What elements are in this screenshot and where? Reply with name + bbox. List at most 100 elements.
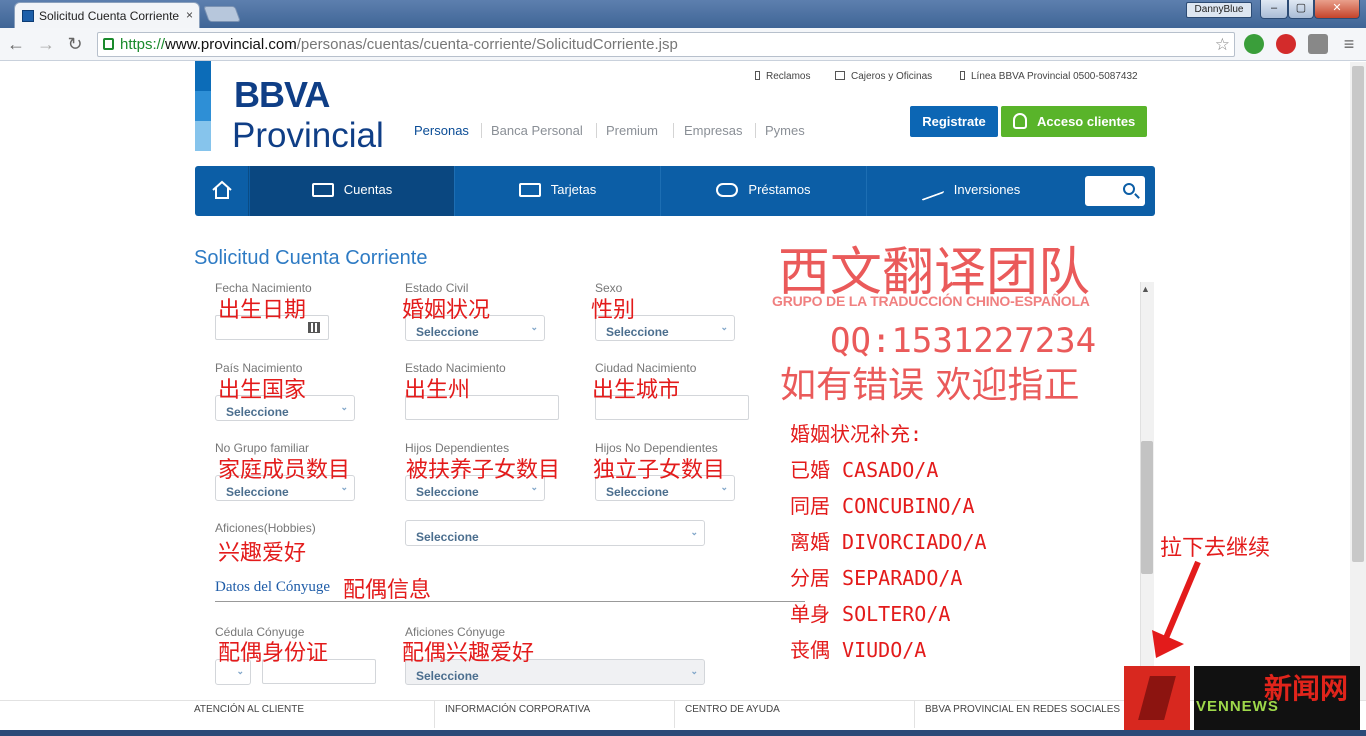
down-arrow-icon <box>1152 560 1201 658</box>
lock-icon <box>103 38 114 50</box>
back-arrow-icon[interactable]: ← <box>5 33 27 55</box>
extension-gray-icon[interactable] <box>1308 34 1328 54</box>
separator <box>434 700 435 728</box>
extension-power-icon[interactable] <box>1276 34 1296 54</box>
window-titlebar <box>0 0 1366 28</box>
segment-premium[interactable]: Premium <box>606 123 658 138</box>
footer-redes-sociales[interactable]: BBVA PROVINCIAL EN REDES SOCIALES <box>925 704 1120 715</box>
segment-personas[interactable]: Personas <box>414 123 469 138</box>
annotation-pais-nacimiento: 出生国家 <box>218 378 307 403</box>
register-button[interactable]: Registrate <box>910 106 998 137</box>
profile-button[interactable]: DannyBlue <box>1186 2 1252 18</box>
phone-icon <box>960 71 965 80</box>
separator <box>673 123 674 138</box>
scroll-hint: 拉下去继续 <box>1160 536 1271 561</box>
marital-item: 已婚 CASADO/A <box>790 458 939 482</box>
chevron-down-icon: ⌄ <box>236 666 244 676</box>
url-domain: www.provincial.com <box>165 36 297 53</box>
close-window-button[interactable]: ✕ <box>1314 0 1360 19</box>
annotation-sexo: 性别 <box>591 298 636 323</box>
annotation-section-spouse: 配偶信息 <box>343 578 432 603</box>
page-title: Solicitud Cuenta Corriente <box>194 247 428 269</box>
map-emblem-icon <box>1124 666 1190 730</box>
tab-title: Solicitud Cuenta Corriente <box>39 9 180 23</box>
marital-item: 离婚 DIVORCIADO/A <box>790 530 987 554</box>
os-taskbar <box>0 730 1366 736</box>
marital-header: 婚姻状况补充: <box>790 422 923 446</box>
annotation-hijos-no-dependientes: 独立子女数目 <box>593 458 726 483</box>
forward-arrow-icon[interactable]: → <box>35 33 57 55</box>
menu-cuentas[interactable]: Cuentas <box>250 166 455 216</box>
page-scrollbar-thumb[interactable] <box>1352 66 1364 562</box>
provincial-logo-text[interactable]: Provincial <box>232 116 384 156</box>
home-icon <box>212 180 232 199</box>
separator <box>755 123 756 138</box>
user-icon <box>1013 113 1027 129</box>
separator <box>481 123 482 138</box>
news-logo-subtext: VENNEWS <box>1196 698 1279 715</box>
minimize-button[interactable]: – <box>1260 0 1288 19</box>
card-icon <box>518 183 541 197</box>
tab-close-icon[interactable]: × <box>186 8 193 22</box>
chevron-down-icon: ⌄ <box>340 402 348 412</box>
segment-pymes[interactable]: Pymes <box>765 123 805 138</box>
bookmark-star-icon[interactable]: ☆ <box>1215 33 1230 56</box>
annotation-grupo-familiar: 家庭成员数目 <box>218 458 351 483</box>
main-menu: Cuentas Tarjetas Préstamos Inversiones <box>195 166 1155 216</box>
team-subtitle: GRUPO DE LA TRADUCCIÓN CHINO-ESPAÑOLA <box>772 293 1090 309</box>
atm-icon <box>835 71 845 80</box>
annotation-ciudad-nacimiento: 出生城市 <box>592 378 681 403</box>
hobbies-select[interactable]: Seleccione ⌄ <box>405 520 705 546</box>
footer-atencion[interactable]: ATENCIÓN AL CLIENTE <box>194 704 304 715</box>
phone-icon <box>755 71 760 80</box>
menu-prestamos[interactable]: Préstamos <box>661 166 867 216</box>
annotation-aficiones: 兴趣爱好 <box>218 541 307 566</box>
marital-item: 丧偶 VIUDO/A <box>790 638 927 662</box>
section-spouse-title: Datos del Cónyuge <box>215 579 330 595</box>
client-access-label: Acceso clientes <box>1037 114 1136 129</box>
scroll-up-arrow-icon[interactable]: ▲ <box>1141 284 1150 294</box>
top-link-linea[interactable]: Línea BBVA Provincial 0500-5087432 <box>960 71 1138 82</box>
segment-empresas[interactable]: Empresas <box>684 123 743 138</box>
top-link-reclamos[interactable]: Reclamos <box>755 71 810 82</box>
segment-banca-personal[interactable]: Banca Personal <box>491 123 583 138</box>
menu-tarjetas[interactable]: Tarjetas <box>455 166 661 216</box>
logo-stripe <box>195 91 211 121</box>
browser-menu-icon[interactable]: ≡ <box>1338 33 1360 55</box>
bbva-favicon-icon <box>22 10 34 22</box>
extension-green-icon[interactable] <box>1244 34 1264 54</box>
label-aficiones: Aficiones(Hobbies) <box>215 521 316 535</box>
section-divider <box>215 601 805 602</box>
annotation-cedula-conyuge: 配偶身份证 <box>218 641 329 666</box>
bbva-logo-text[interactable]: BBVA <box>234 74 330 116</box>
marital-item: 同居 CONCUBINO/A <box>790 494 975 518</box>
marital-item: 分居 SEPARADO/A <box>790 566 963 590</box>
top-link-cajeros[interactable]: Cajeros y Oficinas <box>835 71 932 82</box>
reload-icon[interactable]: ↻ <box>64 33 86 55</box>
address-bar[interactable]: https://www.provincial.com/personas/cuen… <box>97 32 1235 57</box>
logo-stripe <box>195 61 211 91</box>
maximize-button[interactable]: ▢ <box>1288 0 1314 19</box>
annotation-estado-civil: 婚姻状况 <box>402 298 491 323</box>
home-button[interactable] <box>195 166 249 216</box>
annotation-hijos-dependientes: 被扶养子女数目 <box>406 458 561 483</box>
qq-contact: QQ:1531227234 <box>830 321 1097 361</box>
browser-tab[interactable]: Solicitud Cuenta Corriente × <box>14 2 200 28</box>
separator <box>914 700 915 728</box>
footer-centro-ayuda[interactable]: CENTRO DE AYUDA <box>685 704 780 715</box>
account-icon <box>311 183 334 197</box>
menu-search-input[interactable] <box>1085 176 1145 206</box>
calendar-icon[interactable] <box>308 322 320 333</box>
new-tab-button[interactable] <box>203 6 241 22</box>
logo-stripe <box>195 121 211 151</box>
chevron-down-icon: ⌄ <box>530 322 538 332</box>
search-icon[interactable] <box>1123 183 1135 195</box>
chevron-down-icon: ⌄ <box>690 666 698 676</box>
money-icon <box>716 183 739 197</box>
form-scrollbar-thumb[interactable] <box>1141 441 1153 574</box>
menu-inversiones[interactable]: Inversiones <box>867 166 1075 216</box>
news-watermark-logo: 新闻网 VENNEWS <box>1124 666 1360 730</box>
client-access-button[interactable]: Acceso clientes <box>1001 106 1147 137</box>
url-path: /personas/cuentas/cuenta-corriente/Solic… <box>296 36 678 53</box>
footer-informacion[interactable]: INFORMACIÓN CORPORATIVA <box>445 704 590 715</box>
